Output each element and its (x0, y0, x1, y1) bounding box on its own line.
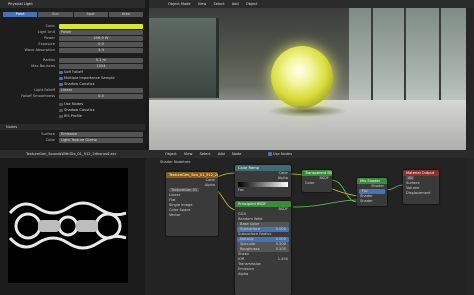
use-nodes-toggle[interactable] (268, 152, 272, 156)
use-nodes-label: Use Nodes (273, 152, 293, 156)
select-menu[interactable]: Select (213, 2, 224, 6)
tab-spot[interactable]: Spot (73, 12, 108, 17)
wave-absorption-field[interactable]: 3.4 (59, 48, 143, 53)
multiple-importance-label: Multiple Importance Sample (64, 76, 115, 80)
light-unit-field[interactable]: Power (59, 30, 143, 35)
power-label: Power (44, 36, 55, 40)
material-output-target-field: All (406, 176, 415, 180)
mix-shader-fac-label: Fac (362, 189, 368, 193)
mode-dropdown[interactable]: Object Mode (168, 2, 191, 6)
use-nodes-check-label: Use Nodes (64, 102, 84, 106)
surface-label: Surface (41, 132, 55, 136)
principled-subsurface-label: Subsurface (240, 227, 261, 231)
image-texture-field-text: TextureGen 01 (169, 188, 200, 192)
exposure-label: Exposure (38, 42, 55, 46)
node-editor-menu: Object View Select Add Node (165, 151, 247, 157)
principled-specular-label: Specular (240, 242, 256, 246)
mix-shader-input-2: Shader (360, 199, 373, 203)
color-ramp-fac-input: Fac (238, 188, 244, 192)
window-left (149, 18, 219, 98)
texture-pattern (8, 201, 127, 250)
max-bounces-label: Max Bounces (31, 64, 55, 68)
image-texture-vector-input: Vector (169, 213, 181, 217)
object-menu[interactable]: Object (246, 2, 258, 6)
node-view-menu[interactable]: View (184, 152, 193, 156)
principled-metallic-label: Metallic (240, 237, 254, 241)
power-field[interactable]: 256.0 W (59, 36, 143, 41)
node-transparent-bsdf[interactable]: Transparent BSDF BSDF Color (302, 170, 332, 192)
node-color-ramp[interactable]: Color Ramp Color Alpha Fac (235, 165, 291, 197)
view-menu[interactable]: View (198, 2, 207, 6)
window-right (349, 8, 466, 103)
shadow-caustics-label: Shadow Caustics (64, 82, 95, 86)
use-nodes-checkbox[interactable] (59, 102, 63, 107)
node-select-menu[interactable]: Select (200, 152, 211, 156)
sphere-shadow (267, 105, 347, 117)
wave-absorption-label: Wave Absorption (24, 48, 55, 52)
viewport-menu: Object Mode View Select Add Object (168, 1, 264, 7)
soft-falloff-label: Soft Falloff (64, 70, 83, 74)
nodes-section-label: Nodes (6, 124, 18, 129)
principled-alpha: Alpha (238, 272, 249, 276)
ies-profile-label: IES Profile (64, 114, 82, 118)
falloff-smoothness-label: Falloff Smoothness (21, 94, 55, 98)
add-menu[interactable]: Add (232, 2, 239, 6)
radius-field[interactable]: 0.1 m (59, 58, 143, 63)
max-bounces-field[interactable]: 1024 (59, 64, 143, 69)
tab-point[interactable]: Point (3, 12, 38, 17)
window-mullions (371, 8, 373, 103)
color-texture-field[interactable]: Light Texture Gizmo (59, 138, 143, 143)
principled-ior-label: IOR (238, 257, 245, 261)
color-ramp-gradient[interactable] (238, 182, 288, 187)
properties-tabs: Point Sun Spot Area (3, 12, 143, 17)
texture-image (8, 168, 128, 283)
falloff-smoothness-field[interactable]: 0.5 (59, 94, 143, 99)
radius-label: Radius (42, 58, 55, 62)
node-mix-shader[interactable]: Mix Shader Shader Fac Shader Shader (357, 178, 387, 206)
principled-base-color-label: Base Color (240, 222, 260, 226)
exposure-field[interactable]: 0.0 (59, 42, 143, 47)
node-add-menu[interactable]: Add (218, 152, 225, 156)
shadow-caustics-checkbox-2[interactable] (59, 108, 63, 113)
node-node-menu[interactable]: Node (232, 152, 241, 156)
material-output-displacement: Displacement (406, 191, 431, 195)
image-editor-title: TextureGen_SoundsWithGlo_01_512_2dhorus4… (26, 152, 117, 156)
light-unit-label: Light Unit (37, 30, 55, 34)
light-falloff-field[interactable]: Linear (59, 88, 143, 93)
color-swatch[interactable] (59, 24, 143, 29)
viewport-canvas[interactable] (149, 8, 466, 150)
window-mullions-3 (439, 8, 441, 103)
color-ramp-alpha-output: Alpha (277, 176, 288, 180)
color-texture-label: Color (45, 138, 55, 142)
node-principled-bsdf[interactable]: Principled BSDF BSDF GGX Random Walk Bas… (235, 201, 291, 295)
transparent-color-input: Color (305, 181, 315, 185)
ies-profile-checkbox[interactable] (59, 114, 63, 119)
surface-field[interactable]: Emission (59, 132, 143, 137)
glowing-sphere[interactable] (271, 46, 333, 108)
tab-sun[interactable]: Sun (38, 12, 73, 17)
viewport-toolbar (466, 8, 474, 150)
node-object-dropdown[interactable]: Object (165, 152, 177, 156)
shadow-caustics-label-2: Shadow Caustics (64, 108, 95, 112)
node-editor-sidebar-strip (466, 158, 474, 295)
node-image-texture[interactable]: TextureGen_Sou_01_512_2dhor Color Alpha … (166, 172, 218, 236)
light-falloff-label: Light Falloff (34, 88, 55, 92)
node-material-output[interactable]: Material Output All Surface Volume Displ… (403, 170, 439, 204)
soft-falloff-checkbox[interactable] (59, 70, 63, 75)
shadow-caustics-checkbox[interactable] (59, 82, 63, 87)
principled-roughness-label: Roughness (240, 247, 260, 251)
nodes-section-header[interactable] (0, 124, 145, 130)
multiple-importance-checkbox[interactable] (59, 76, 63, 81)
properties-object-name: Physical Light (8, 2, 33, 6)
color-label: Color (45, 24, 55, 28)
image-editor-canvas[interactable] (0, 158, 145, 295)
tab-area[interactable]: Area (108, 12, 143, 17)
window-mullions-2 (404, 8, 406, 103)
